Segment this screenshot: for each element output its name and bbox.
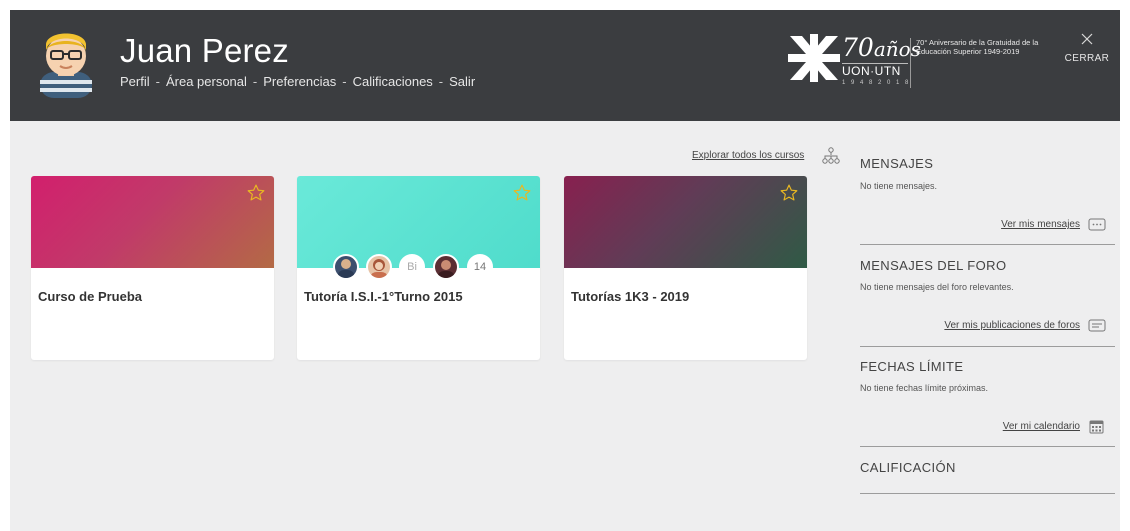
avatar[interactable]: [34, 26, 98, 98]
star-icon[interactable]: [779, 183, 799, 203]
anniv-description: 70° Aniversario de la Gratuidad de la Ed…: [916, 38, 1039, 56]
nav-separator: -: [438, 74, 444, 89]
participant-avatar[interactable]: [366, 254, 392, 280]
participant-avatar[interactable]: [333, 254, 359, 280]
view-calendar-link[interactable]: Ver mi calendario: [1003, 421, 1080, 432]
app-frame: Juan Perez Perfil - Área personal - Preferen…: [10, 10, 1120, 531]
nav-perfil[interactable]: Perfil: [120, 74, 150, 89]
participant-count-badge[interactable]: 14: [467, 254, 493, 280]
utn-logo-icon: [788, 34, 840, 82]
divider: [860, 244, 1115, 245]
course-title[interactable]: Tutoría I.S.I.-1°Turno 2015: [304, 289, 463, 304]
deadlines-text: No tiene fechas límite próximas.: [860, 383, 989, 393]
forum-block: MENSAJES DEL FORO No tiene mensajes del …: [860, 258, 1115, 292]
view-forum-posts-link[interactable]: Ver mis publicaciones de foros: [944, 320, 1080, 331]
anniv-word: años: [873, 37, 921, 61]
user-nav: Perfil - Área personal - Preferencias - Califi…: [120, 74, 475, 89]
header-bar: Juan Perez Perfil - Área personal - Preferen…: [10, 10, 1120, 121]
divider: [860, 446, 1115, 447]
course-title[interactable]: Curso de Prueba: [38, 289, 142, 304]
close-icon: [1081, 33, 1093, 45]
deadlines-block: FECHAS LÍMITE No tiene fechas límite pró…: [860, 359, 1115, 393]
course-banner: [564, 176, 807, 268]
forum-text: No tiene mensajes del foro relevantes.: [860, 282, 1014, 292]
person-icon: [438, 260, 454, 278]
course-banner: [31, 176, 274, 268]
nav-area-personal[interactable]: Área personal: [166, 74, 247, 89]
person-icon: [338, 259, 354, 278]
messages-title: MENSAJES: [860, 156, 934, 171]
messages-block: MENSAJES No tiene mensajes.: [860, 156, 1115, 191]
star-icon[interactable]: [512, 183, 532, 203]
user-name: Juan Perez: [120, 32, 289, 69]
calendar-icon[interactable]: [1089, 419, 1104, 434]
grades-title: CALIFICACIÓN: [860, 460, 956, 475]
star-icon[interactable]: [246, 183, 266, 203]
anniv-number: 70: [842, 33, 874, 62]
deadlines-title: FECHAS LÍMITE: [860, 359, 964, 374]
forum-icon[interactable]: [1088, 319, 1106, 333]
course-banner: [297, 176, 540, 268]
participant-avatar[interactable]: [433, 254, 459, 280]
explore-courses-link[interactable]: Explorar todos los cursos: [692, 150, 804, 161]
grades-block: CALIFICACIÓN: [860, 460, 1115, 475]
close-button[interactable]: CERRAR: [1064, 32, 1110, 66]
close-label: CERRAR: [1064, 53, 1110, 64]
nav-calificaciones[interactable]: Calificaciones: [353, 74, 433, 89]
view-messages-link[interactable]: Ver mis mensajes: [1001, 219, 1080, 230]
messages-text: No tiene mensajes.: [860, 181, 938, 191]
course-card[interactable]: Tutorías 1K3 - 2019: [564, 176, 807, 360]
nav-separator: -: [155, 74, 160, 89]
anniv-org: UON·UTN: [842, 63, 908, 78]
course-title[interactable]: Tutorías 1K3 - 2019: [571, 289, 689, 304]
sitemap-icon[interactable]: [822, 147, 840, 165]
participant-initials[interactable]: Bi: [399, 254, 425, 280]
divider: [860, 346, 1115, 347]
message-icon[interactable]: [1088, 218, 1106, 232]
course-card[interactable]: Curso de Prueba: [31, 176, 274, 360]
logo-divider: [910, 38, 911, 88]
nav-salir[interactable]: Salir: [449, 74, 475, 89]
course-card[interactable]: Bi 14 Tutoría I.S.I.-1°Turno 2015: [297, 176, 540, 360]
divider: [860, 493, 1115, 494]
forum-title: MENSAJES DEL FORO: [860, 258, 1007, 273]
nav-separator: -: [342, 74, 347, 89]
person-icon: [371, 259, 387, 278]
nav-preferencias[interactable]: Preferencias: [263, 74, 336, 89]
nav-separator: -: [252, 74, 258, 89]
